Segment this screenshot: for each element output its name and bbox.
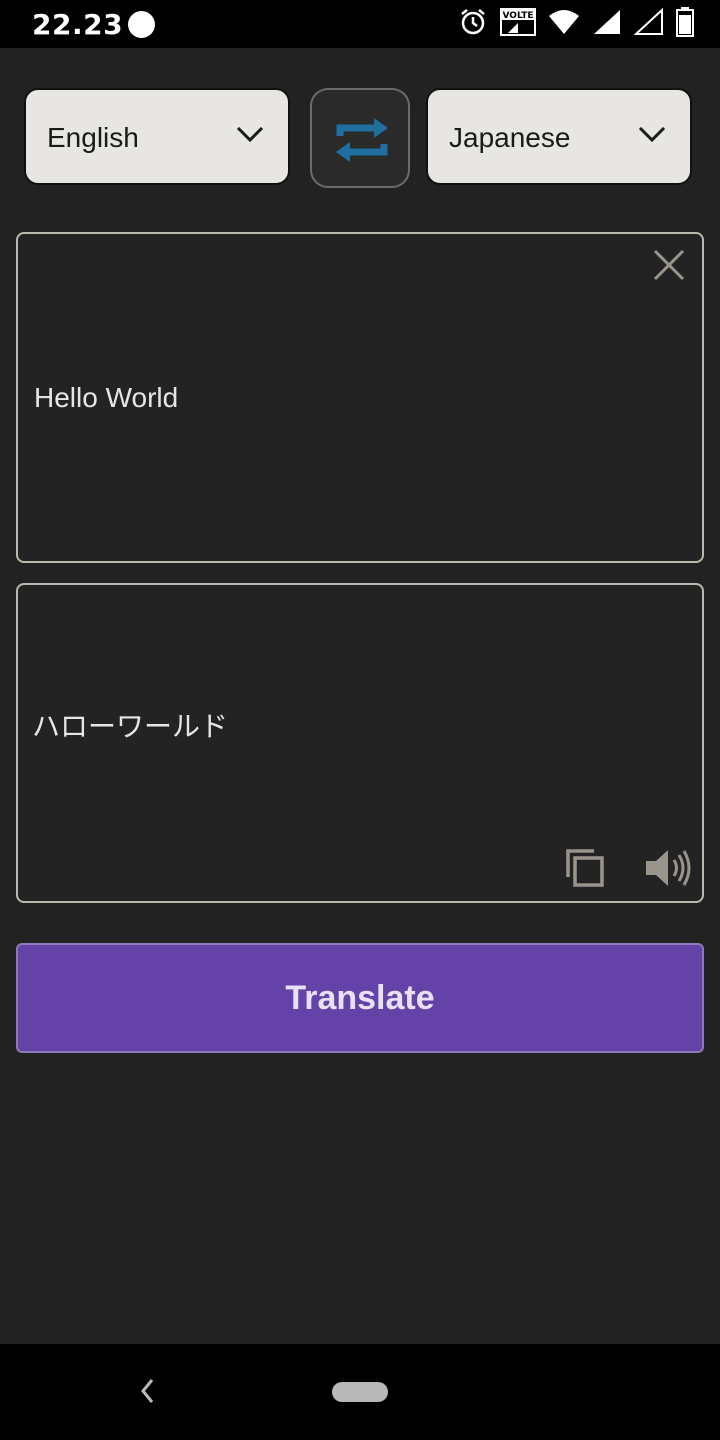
- swap-icon: [336, 118, 388, 162]
- copy-icon[interactable]: [564, 847, 606, 894]
- volte-label: VOLTE: [503, 11, 534, 21]
- chevron-down-icon: [236, 125, 264, 148]
- status-time: 22.23: [32, 8, 124, 41]
- translate-button[interactable]: Translate: [16, 943, 704, 1053]
- alarm-icon: [458, 7, 488, 42]
- signal-icon: [592, 8, 622, 41]
- volte-icon: VOLTE: [500, 7, 536, 42]
- wifi-icon: [548, 8, 580, 41]
- chevron-down-icon: [638, 125, 666, 148]
- signal-empty-icon: [633, 7, 664, 41]
- back-icon[interactable]: [138, 1376, 158, 1411]
- navigation-bar: [0, 1344, 720, 1440]
- notification-dot-icon: [128, 11, 155, 38]
- swap-languages-button[interactable]: [310, 88, 410, 188]
- battery-icon: [676, 6, 694, 42]
- target-language-label: Japanese: [449, 122, 571, 153]
- input-text: Hello World: [34, 382, 179, 413]
- source-language-label: English: [47, 122, 139, 153]
- target-language-dropdown[interactable]: Japanese: [426, 88, 692, 185]
- source-language-dropdown[interactable]: English: [24, 88, 290, 185]
- output-text-field: ハローワールド: [16, 583, 704, 903]
- speaker-icon[interactable]: [644, 847, 692, 894]
- status-bar: 22.23 VOLTE: [0, 0, 720, 48]
- close-icon[interactable]: [652, 248, 686, 287]
- status-icons: VOLTE: [458, 6, 694, 42]
- input-text-field[interactable]: Hello World: [16, 232, 704, 563]
- home-pill-icon[interactable]: [332, 1382, 388, 1402]
- output-text: ハローワールド: [32, 710, 229, 743]
